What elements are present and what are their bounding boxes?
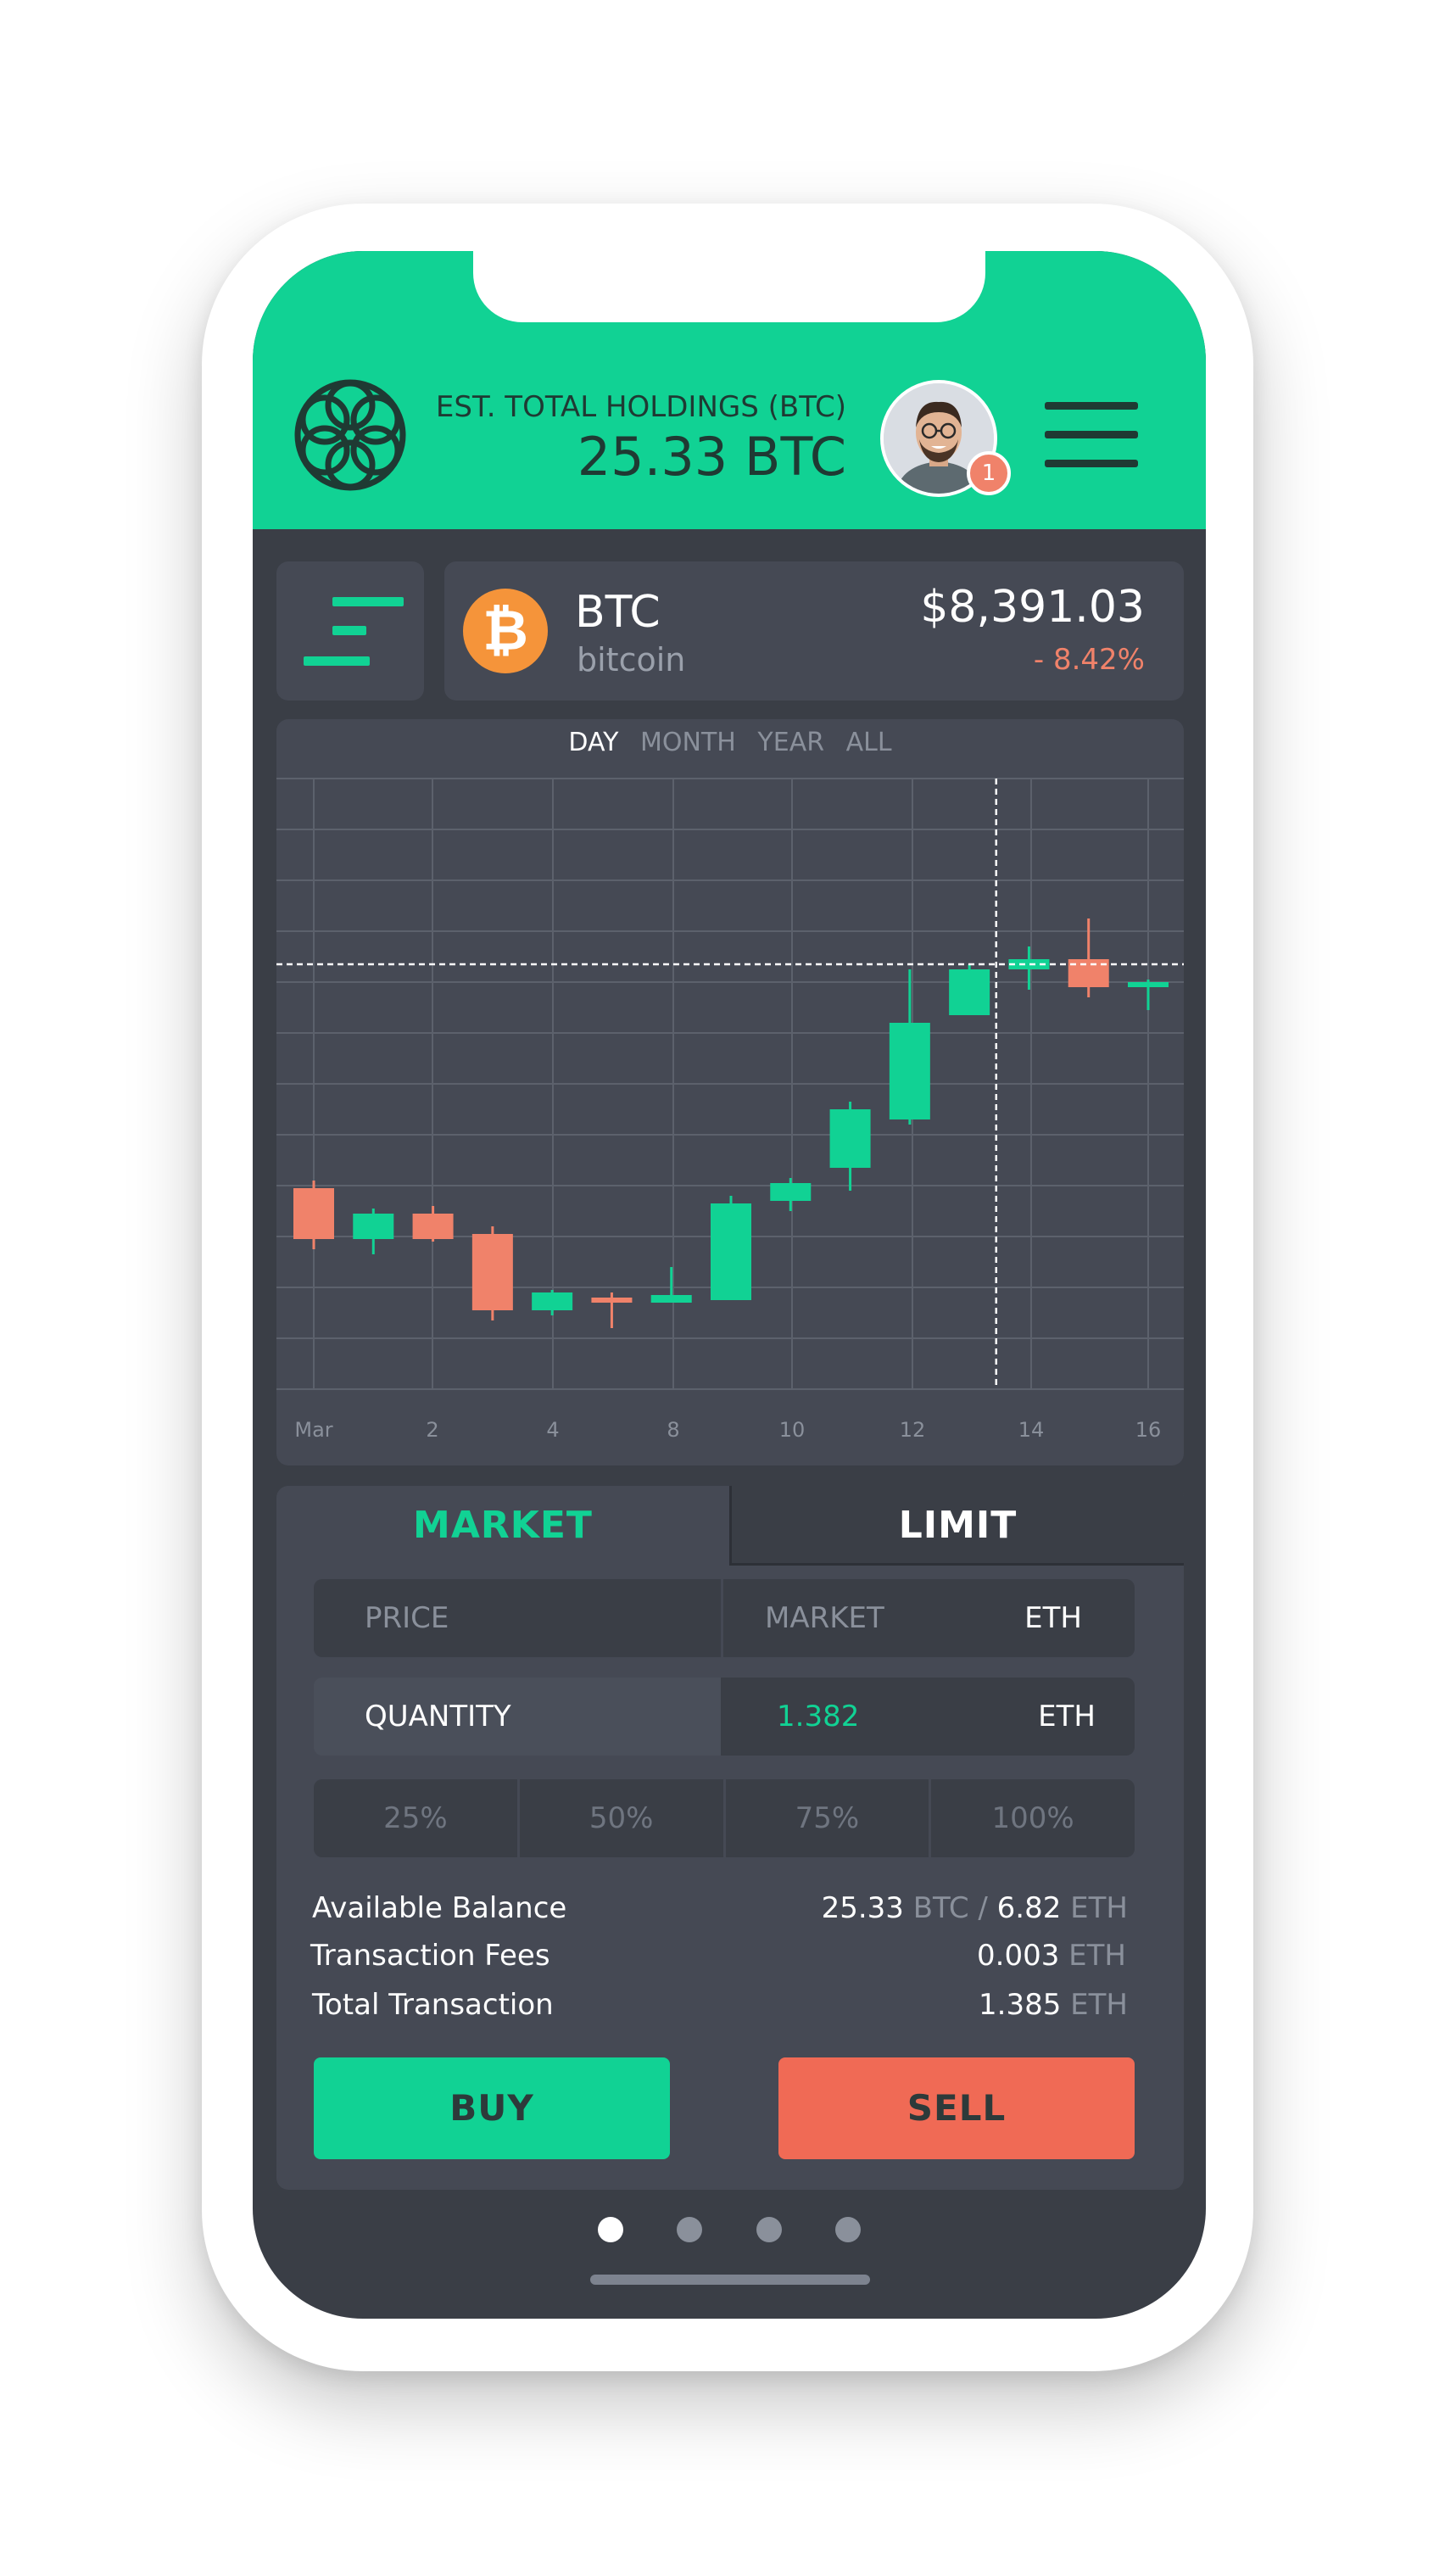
candle-body [770,1183,812,1201]
available-eth: 6.82 [996,1891,1062,1925]
available-balance-row: Available Balance 25.33 BTC / 6.82 ETH [312,1891,1133,1934]
candle-body [412,1214,454,1239]
sell-button[interactable]: SELL [778,2057,1135,2159]
tab-market[interactable]: MARKET [276,1486,729,1566]
transaction-fees-value: 0.003 ETH [977,1939,1126,1973]
available-balance-value: 25.33 BTC / 6.82 ETH [822,1891,1128,1925]
home-indicator[interactable] [590,2275,870,2285]
candle-body [711,1203,751,1300]
page-dot[interactable] [756,2217,782,2242]
menu-bar-icon [304,656,370,666]
coin-price: $8,391.03 [920,582,1145,633]
tab-range-year[interactable]: YEAR [757,728,824,757]
app-screen: EST. TOTAL HOLDINGS (BTC) 25.33 BTC 1 ₿ … [253,251,1206,2319]
available-btc-unit: BTC [912,1891,969,1925]
x-tick-label: Mar [294,1418,332,1442]
coin-selector[interactable]: ₿ BTC bitcoin $8,391.03 - 8.42% [444,561,1184,701]
trade-panel: MARKET LIMIT PRICE MARKET ETH QUANTITY 1… [276,1486,1184,2190]
total-transaction-value: 1.385 ETH [979,1988,1128,2022]
candle-body [650,1295,692,1303]
price-label: PRICE [365,1601,449,1635]
menu-bar-icon [332,597,404,606]
candle-body [353,1214,394,1239]
tab-limit[interactable]: LIMIT [729,1486,1184,1566]
available-btc: 25.33 [821,1891,904,1925]
percent-75-button[interactable]: 75% [725,1779,932,1857]
app-logo-icon[interactable] [288,373,412,497]
side-menu-button[interactable] [276,561,424,701]
price-unit: ETH [1024,1601,1082,1635]
total-transaction-row: Total Transaction 1.385 ETH [312,1988,1133,2030]
candlestick-chart[interactable]: Mar 2 4 8 10 12 14 16 [276,719,1184,1465]
buy-button[interactable]: BUY [314,2057,670,2159]
candle-body [591,1298,633,1303]
price-value: MARKET [765,1601,884,1635]
percent-25-button[interactable]: 25% [314,1779,520,1857]
fees-amount: 0.003 [977,1939,1060,1973]
notification-badge[interactable]: 1 [967,451,1011,495]
header-bar: EST. TOTAL HOLDINGS (BTC) 25.33 BTC 1 [253,251,1206,529]
total-unit: ETH [1070,1988,1128,2022]
candle-body [889,1023,930,1119]
x-tick-label: 14 [1018,1418,1045,1442]
total-transaction-label: Total Transaction [312,1988,554,2022]
menu-line [1045,402,1138,410]
x-tick-label: 4 [546,1418,559,1442]
menu-bar-icon [332,626,366,635]
candle-body [829,1109,871,1168]
transaction-fees-label: Transaction Fees [310,1939,550,1973]
x-tick-label: 16 [1135,1418,1162,1442]
candle-body [949,969,990,1015]
tab-range-month[interactable]: MONTH [640,728,736,757]
bitcoin-icon: ₿ [463,589,548,673]
fees-unit: ETH [1068,1939,1126,1973]
percent-50-button[interactable]: 50% [519,1779,726,1857]
quantity-input[interactable]: 1.382 [777,1700,859,1733]
total-holdings-label: EST. TOTAL HOLDINGS (BTC) [435,390,846,424]
x-tick-label: 2 [426,1418,438,1442]
candle-body [532,1292,573,1310]
x-tick-label: 8 [667,1418,679,1442]
range-tabs: DAY MONTH YEAR ALL [276,728,1184,757]
tab-range-day[interactable]: DAY [568,728,618,757]
percentage-selector: 25% 50% 75% 100% [314,1779,1135,1857]
price-chart-panel: Mar 2 4 8 10 12 14 16 DAY MONTH YEAR ALL [276,719,1184,1465]
quantity-field[interactable]: QUANTITY 1.382 ETH [314,1678,1135,1756]
quantity-unit: ETH [1038,1700,1096,1733]
coin-change: - 8.42% [1033,643,1145,677]
hamburger-menu-icon[interactable] [1045,402,1138,475]
page-dot[interactable] [677,2217,703,2242]
available-eth-unit: ETH [1070,1891,1128,1925]
menu-line [1045,460,1138,467]
x-tick-label: 12 [900,1418,926,1442]
x-tick-label: 10 [779,1418,806,1442]
coin-symbol: BTC [575,587,661,638]
total-holdings-value: 25.33 BTC [577,426,846,488]
candle-body [293,1188,334,1239]
coin-name: bitcoin [577,641,686,678]
page-dot[interactable] [834,2217,861,2242]
available-balance-label: Available Balance [312,1891,567,1925]
candle-body [1128,982,1169,987]
percent-100-button[interactable]: 100% [931,1779,1135,1857]
total-amount: 1.385 [979,1988,1062,2022]
tab-range-all[interactable]: ALL [846,728,892,757]
menu-line [1045,431,1138,438]
price-field[interactable]: PRICE MARKET ETH [314,1579,1135,1657]
page-indicator [253,2217,1206,2246]
balance-separator: / [978,1891,988,1925]
page-dot[interactable] [598,2217,624,2242]
device-notch [473,251,985,322]
candle-body [471,1234,513,1310]
quantity-label: QUANTITY [365,1700,511,1733]
transaction-fees-row: Transaction Fees 0.003 ETH [310,1939,1131,1981]
